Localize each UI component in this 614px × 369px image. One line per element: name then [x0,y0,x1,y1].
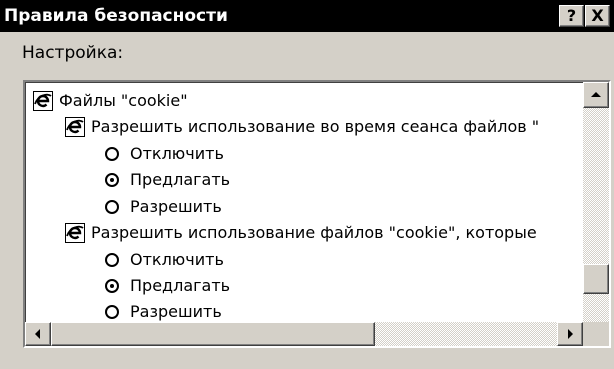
radio-option-prompt[interactable]: Предлагать [105,167,230,193]
arrow-right-icon [568,329,573,339]
radio-unchecked[interactable] [105,147,119,161]
radio-option-enable[interactable]: Разрешить [105,299,222,322]
radio-checked[interactable] [105,279,119,293]
horizontal-scroll-thumb[interactable] [51,322,375,346]
tree-group-stored-cookies[interactable]: Разрешить использование файлов "cookie",… [65,220,537,246]
settings-tree-content: Файлы "cookie" Разрешить использование в… [25,82,583,322]
tree-group-label: Разрешить использование файлов "cookie",… [91,223,537,242]
radio-option-disable[interactable]: Отключить [105,141,224,167]
radio-unchecked[interactable] [105,253,119,267]
ie-settings-icon [33,91,53,111]
radio-option-label: Отключить [130,144,224,163]
radio-option-label: Разрешить [130,197,222,216]
ie-settings-icon [65,117,85,137]
tree-group-label: Разрешить использование во время сеанса … [91,117,540,136]
radio-unchecked[interactable] [105,305,119,319]
ie-settings-icon [65,223,85,243]
arrow-left-icon [35,329,40,339]
scroll-left-button[interactable] [25,322,51,346]
radio-option-prompt[interactable]: Предлагать [105,273,230,299]
scrollbar-corner [583,322,609,346]
scroll-right-button[interactable] [557,322,583,346]
title-bar[interactable]: Правила безопасности ? X [0,0,614,32]
horizontal-scrollbar[interactable] [25,322,583,346]
radio-unchecked[interactable] [105,200,119,214]
radio-option-label: Предлагать [130,276,231,295]
tree-group-session-cookies[interactable]: Разрешить использование во время сеанса … [65,114,539,140]
radio-option-enable[interactable]: Разрешить [105,194,222,220]
settings-label: Настройка: [22,43,124,63]
security-settings-dialog: Правила безопасности ? X Настройка: Файл… [0,0,614,369]
radio-option-label: Разрешить [130,302,222,321]
settings-tree[interactable]: Файлы "cookie" Разрешить использование в… [23,80,611,348]
radio-option-disable[interactable]: Отключить [105,247,224,273]
vertical-scrollbar[interactable] [583,82,609,322]
tree-category-label: Файлы "cookie" [59,91,188,110]
help-button[interactable]: ? [559,5,584,27]
scroll-up-button[interactable] [583,82,609,108]
tree-category-cookies[interactable]: Файлы "cookie" [33,88,188,114]
vertical-scroll-thumb[interactable] [583,264,609,295]
radio-option-label: Предлагать [130,170,231,189]
radio-checked[interactable] [105,173,119,187]
arrow-up-icon [591,92,601,97]
radio-option-label: Отключить [130,250,224,269]
close-button[interactable]: X [585,5,610,27]
window-title: Правила безопасности [4,6,228,26]
